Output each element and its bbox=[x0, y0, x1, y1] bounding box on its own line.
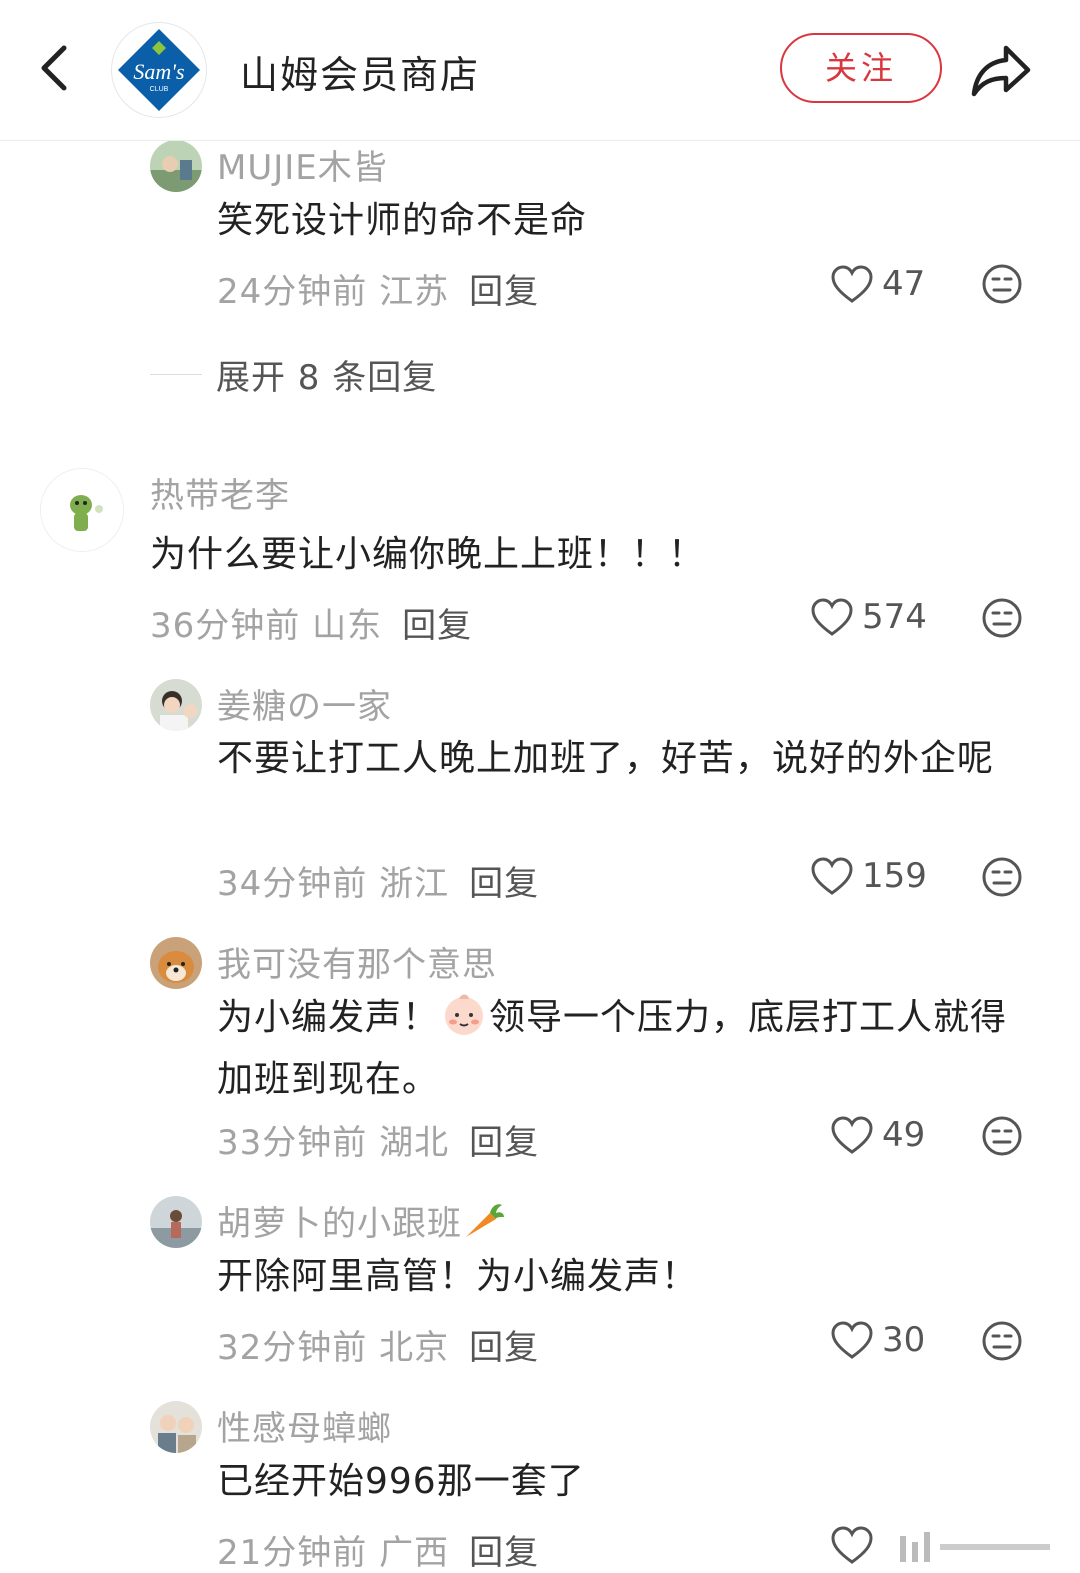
like-count: 574 bbox=[862, 597, 927, 637]
heart-icon bbox=[831, 1116, 873, 1154]
avatar[interactable] bbox=[150, 679, 202, 731]
heart-icon bbox=[811, 857, 853, 895]
comment-meta: 33分钟前 湖北 回复 bbox=[217, 1115, 539, 1164]
share-button[interactable] bbox=[968, 40, 1034, 100]
heart-icon bbox=[811, 598, 853, 636]
username[interactable]: 我可没有那个意思 bbox=[217, 937, 497, 986]
comment-location: 北京 bbox=[379, 1328, 450, 1368]
like-button[interactable]: 47 bbox=[830, 259, 925, 309]
like-button[interactable]: 49 bbox=[830, 1110, 925, 1160]
like-button[interactable] bbox=[830, 1520, 882, 1570]
shop-name[interactable]: 山姆会员商店 bbox=[240, 44, 480, 99]
comment-time: 34分钟前 bbox=[217, 864, 368, 904]
username[interactable]: MUJIE木皆 bbox=[217, 140, 388, 189]
neutral-face-icon bbox=[982, 1116, 1022, 1156]
comment-text: 已经开始996那一套了 bbox=[217, 1461, 585, 1502]
comment-text: 为什么要让小编你晚上上班！！！ bbox=[150, 534, 706, 575]
neutral-face-icon bbox=[982, 264, 1022, 304]
like-count: 159 bbox=[862, 856, 927, 896]
comment-time: 21分钟前 bbox=[217, 1533, 368, 1573]
expand-replies[interactable]: 展开 8 条回复 bbox=[150, 350, 437, 399]
avatar[interactable] bbox=[40, 468, 124, 552]
avatar[interactable] bbox=[150, 140, 202, 192]
heart-icon bbox=[831, 265, 873, 303]
neutral-face-icon bbox=[982, 857, 1022, 897]
like-button[interactable]: 30 bbox=[830, 1315, 925, 1365]
back-button[interactable] bbox=[30, 38, 80, 98]
reply-button[interactable]: 回复 bbox=[469, 864, 539, 904]
avatar[interactable] bbox=[150, 1196, 202, 1248]
comment-page: Sam's CLUB 山姆会员商店 关注 MUJIE木皆 笑死设计师的命不是命 … bbox=[0, 0, 1080, 1573]
comment-meta: 32分钟前 北京 回复 bbox=[217, 1320, 539, 1369]
reply-button[interactable]: 回复 bbox=[469, 1123, 539, 1163]
heart-icon bbox=[831, 1321, 873, 1359]
comment-meta: 24分钟前 江苏 回复 bbox=[217, 264, 539, 313]
avatar[interactable] bbox=[150, 937, 202, 989]
comment-time: 24分钟前 bbox=[217, 272, 368, 312]
reply-button[interactable]: 回复 bbox=[469, 1328, 539, 1368]
username[interactable]: 性感母蟑螂 bbox=[217, 1401, 392, 1450]
chevron-left-icon bbox=[41, 45, 67, 91]
comment-location: 浙江 bbox=[379, 864, 450, 904]
reply-button[interactable]: 回复 bbox=[469, 1533, 539, 1573]
sams-club-logo: Sam's CLUB bbox=[118, 29, 200, 111]
comment-meta: 21分钟前 广西 回复 bbox=[217, 1525, 539, 1573]
comment-location: 山东 bbox=[312, 606, 383, 646]
comment-text: 笑死设计师的命不是命 bbox=[217, 200, 588, 241]
dislike-button[interactable] bbox=[980, 855, 1024, 899]
comment-location: 湖北 bbox=[379, 1123, 450, 1163]
comment-time: 32分钟前 bbox=[217, 1328, 368, 1368]
dislike-button[interactable] bbox=[980, 596, 1024, 640]
comment-time: 36分钟前 bbox=[150, 606, 301, 646]
reply-button[interactable]: 回复 bbox=[469, 272, 539, 312]
like-count: 30 bbox=[882, 1320, 926, 1360]
comment-time: 33分钟前 bbox=[217, 1123, 368, 1163]
comment-meta: 36分钟前 山东 回复 bbox=[150, 598, 472, 647]
like-button[interactable]: 159 bbox=[810, 851, 927, 901]
neutral-face-icon bbox=[982, 1321, 1022, 1361]
share-arrow-icon bbox=[971, 45, 1031, 97]
watermark-logo bbox=[880, 1522, 1070, 1572]
shop-avatar[interactable]: Sam's CLUB bbox=[111, 22, 207, 118]
baby-face-emoji bbox=[441, 991, 487, 1053]
like-button[interactable]: 574 bbox=[810, 592, 927, 642]
heart-icon bbox=[831, 1526, 873, 1564]
dislike-button[interactable] bbox=[980, 1114, 1024, 1158]
reply-button[interactable]: 回复 bbox=[402, 606, 472, 646]
username[interactable]: 胡萝卜的小跟班 bbox=[217, 1196, 506, 1250]
like-count: 49 bbox=[882, 1115, 926, 1155]
neutral-face-icon bbox=[982, 598, 1022, 638]
divider-line bbox=[150, 374, 202, 375]
top-bar: Sam's CLUB 山姆会员商店 关注 bbox=[0, 0, 1080, 141]
username[interactable]: 姜糖の一家 bbox=[217, 679, 392, 728]
comment-meta: 34分钟前 浙江 回复 bbox=[217, 856, 539, 905]
like-count: 47 bbox=[882, 264, 926, 304]
dislike-button[interactable] bbox=[980, 1319, 1024, 1363]
svg-text:CLUB: CLUB bbox=[150, 86, 169, 93]
comment-text: 不要让打工人晚上加班了，好苦，说好的外企呢 bbox=[217, 738, 995, 779]
comment-location: 江苏 bbox=[379, 272, 450, 312]
avatar[interactable] bbox=[150, 1401, 202, 1453]
username[interactable]: 热带老李 bbox=[150, 468, 290, 517]
dislike-button[interactable] bbox=[980, 262, 1024, 306]
carrot-emoji bbox=[462, 1201, 506, 1250]
comment-text: 为小编发声！ 领导一个压力，底层打工人就得加班到现在。 bbox=[217, 991, 1037, 1107]
comment-text: 开除阿里高管！为小编发声！ bbox=[217, 1256, 699, 1297]
follow-button[interactable]: 关注 bbox=[780, 33, 942, 103]
comment-location: 广西 bbox=[379, 1533, 450, 1573]
expand-replies-label[interactable]: 展开 8 条回复 bbox=[216, 350, 437, 399]
svg-text:Sam's: Sam's bbox=[133, 59, 184, 84]
comment-text-part: 为小编发声！ bbox=[217, 997, 440, 1038]
